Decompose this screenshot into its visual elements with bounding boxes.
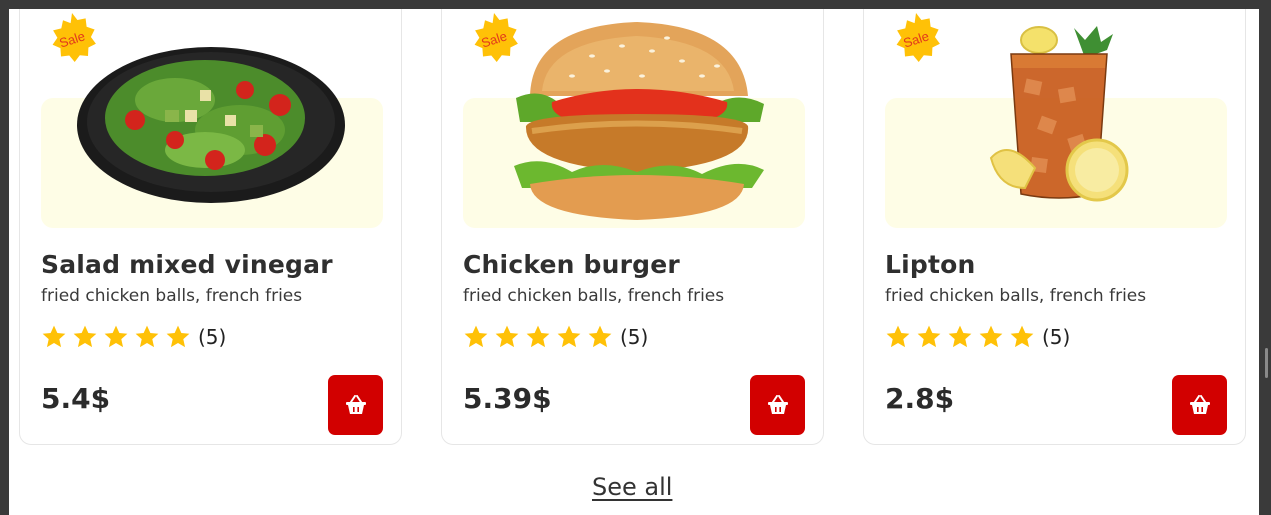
star-icon	[135, 325, 159, 348]
sale-badge: Sale	[889, 12, 943, 66]
rating: (5)	[885, 322, 1070, 352]
rating-count: (5)	[620, 325, 649, 349]
star-icon	[104, 325, 128, 348]
see-all-link[interactable]: See all	[592, 473, 672, 501]
product-price: 5.4$	[41, 382, 111, 415]
star-icon	[948, 325, 972, 348]
product-description: fried chicken balls, french fries	[463, 286, 725, 306]
star-icon	[73, 325, 97, 348]
product-price: 2.8$	[885, 382, 955, 415]
add-to-cart-button[interactable]	[328, 375, 383, 435]
salad-icon	[77, 47, 345, 203]
product-name: Lipton	[885, 250, 976, 279]
star-icon	[495, 325, 519, 348]
star-icon	[917, 325, 941, 348]
product-card[interactable]: Sale Salad mixed vinegar fried chicken b…	[19, 9, 402, 445]
star-icon	[166, 325, 190, 348]
products-viewport: Sale Salad mixed vinegar fried chicken b…	[9, 9, 1259, 515]
rating-count: (5)	[198, 325, 227, 349]
rating-count: (5)	[1042, 325, 1071, 349]
product-name: Chicken burger	[463, 250, 680, 279]
basket-icon	[767, 395, 788, 414]
star-icon	[526, 325, 550, 348]
star-icon	[557, 325, 581, 348]
star-icon	[1010, 325, 1034, 348]
star-icon	[979, 325, 1003, 348]
add-to-cart-button[interactable]	[1172, 375, 1227, 435]
product-card[interactable]: Sale Chicken burger fried chicken balls,…	[441, 9, 824, 445]
burger-icon	[514, 22, 764, 220]
rating: (5)	[463, 322, 648, 352]
scrollbar-thumb[interactable]	[1265, 348, 1268, 378]
star-icon	[42, 325, 66, 348]
product-description: fried chicken balls, french fries	[885, 286, 1147, 306]
product-card[interactable]: Sale Lipton fried chicken balls, french …	[863, 9, 1246, 445]
add-to-cart-button[interactable]	[750, 375, 805, 435]
product-price: 5.39$	[463, 382, 552, 415]
basket-icon	[1189, 395, 1210, 414]
product-description: fried chicken balls, french fries	[41, 286, 303, 306]
basket-icon	[345, 395, 366, 414]
product-name: Salad mixed vinegar	[41, 250, 333, 279]
iced-tea-icon	[989, 26, 1129, 202]
star-icon	[588, 325, 612, 348]
star-icon	[464, 325, 488, 348]
rating: (5)	[41, 322, 226, 352]
star-icon	[886, 325, 910, 348]
